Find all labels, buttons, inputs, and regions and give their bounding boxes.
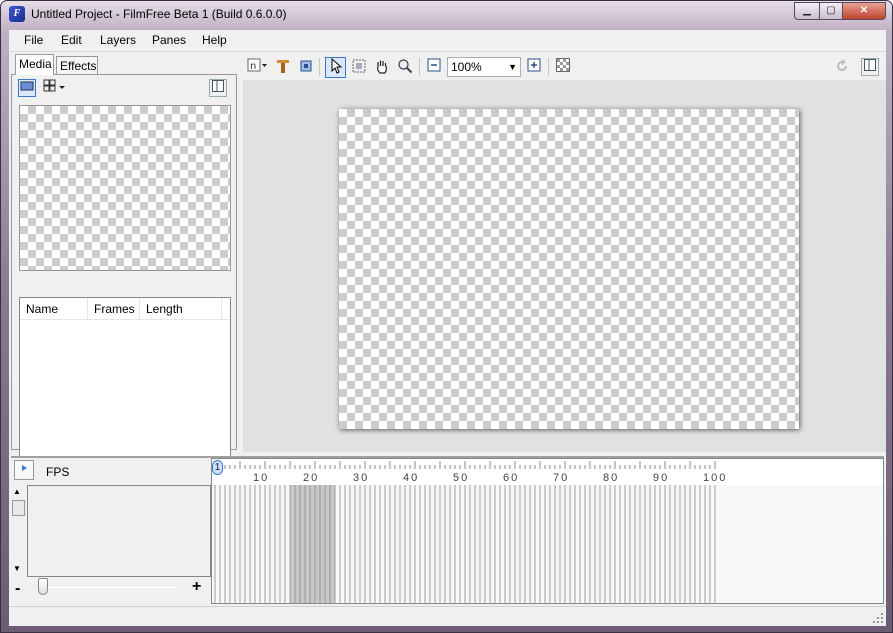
- menu-bar: File Edit Layers Panes Help: [9, 30, 886, 52]
- fps-label: FPS: [46, 465, 70, 479]
- pane-layout-icon[interactable]: [209, 79, 227, 97]
- toolbar-separator: [419, 58, 420, 76]
- timeline-panel: FPS ▲ ▼ - + 10 20 30 40 50 60 70 80 90 100: [11, 456, 884, 604]
- menu-panes[interactable]: Panes: [152, 33, 186, 47]
- status-bar: [9, 606, 886, 626]
- app-window: F Untitled Project - FilmFree Beta 1 (Bu…: [0, 0, 893, 633]
- layer-scrollbar[interactable]: ▲ ▼: [11, 485, 27, 577]
- canvas-pane: n 100% ▼: [243, 54, 886, 452]
- client-area: File Edit Layers Panes Help Media Effect…: [9, 30, 886, 626]
- scroll-up-icon[interactable]: ▲: [13, 487, 21, 496]
- canvas-toolbar: n 100% ▼: [243, 54, 886, 80]
- menu-layers[interactable]: Layers: [100, 33, 136, 47]
- media-preview: [19, 105, 231, 271]
- layer-panel: FPS ▲ ▼ - +: [11, 458, 211, 604]
- zoom-plus-label[interactable]: +: [192, 579, 201, 595]
- timeline-zoom-track: [41, 587, 177, 588]
- menu-edit[interactable]: Edit: [61, 33, 82, 47]
- stage-canvas[interactable]: [339, 109, 799, 429]
- zoom-out-icon[interactable]: [425, 58, 443, 76]
- frame-lines: [214, 461, 716, 603]
- resize-grip-icon[interactable]: [872, 612, 884, 624]
- chevron-down-icon: ▼: [508, 62, 517, 72]
- layer-list[interactable]: [27, 485, 211, 577]
- menu-help[interactable]: Help: [202, 33, 227, 47]
- zoom-value: 100%: [451, 60, 482, 74]
- scroll-down-icon[interactable]: ▼: [13, 564, 21, 573]
- column-length[interactable]: Length: [140, 298, 222, 320]
- menu-file[interactable]: File: [24, 33, 43, 47]
- transparency-grid-icon[interactable]: [554, 58, 572, 76]
- hand-tool-icon[interactable]: [373, 58, 391, 76]
- refresh-icon[interactable]: [833, 58, 851, 76]
- zoom-in-icon[interactable]: [525, 58, 543, 76]
- transform-icon[interactable]: [297, 58, 315, 76]
- app-icon: F: [9, 6, 25, 22]
- toolbar-separator: [548, 58, 549, 76]
- view-mode-icon[interactable]: [18, 79, 36, 97]
- zoom-minus-label[interactable]: -: [15, 581, 20, 597]
- media-pane: Media Effects Name Frames Length: [11, 54, 237, 465]
- grid-view-icon[interactable]: [42, 79, 68, 97]
- media-list-header: Name Frames Length: [20, 298, 230, 320]
- select-tool-icon[interactable]: [325, 57, 346, 78]
- column-frames[interactable]: Frames: [88, 298, 140, 320]
- anchor-icon[interactable]: [274, 58, 292, 76]
- media-list[interactable]: Name Frames Length: [19, 297, 231, 465]
- toolbar-separator: [319, 58, 320, 76]
- title-bar[interactable]: F Untitled Project - FilmFree Beta 1 (Bu…: [1, 1, 892, 29]
- column-name[interactable]: Name: [20, 298, 88, 320]
- minimize-button[interactable]: ▁: [794, 2, 820, 20]
- maximize-button[interactable]: ▢: [819, 2, 843, 20]
- timeline-zoom-slider[interactable]: [38, 578, 48, 595]
- snap-menu-icon[interactable]: n: [247, 58, 269, 76]
- svg-text:n: n: [250, 61, 256, 72]
- close-button[interactable]: ✕: [842, 2, 886, 20]
- tab-effects[interactable]: Effects: [56, 56, 98, 75]
- play-button[interactable]: [14, 460, 34, 480]
- zoom-select[interactable]: 100% ▼: [447, 57, 521, 77]
- crop-tool-icon[interactable]: [350, 58, 368, 76]
- window-title: Untitled Project - FilmFree Beta 1 (Buil…: [31, 7, 287, 21]
- scrollbar-thumb[interactable]: [12, 500, 25, 516]
- media-tab-body: Name Frames Length: [11, 74, 237, 465]
- zoom-tool-icon[interactable]: [396, 58, 414, 76]
- pane-layout-icon[interactable]: [861, 58, 879, 76]
- frame-grid[interactable]: 10 20 30 40 50 60 70 80 90 100 1: [211, 458, 884, 604]
- tab-media[interactable]: Media: [15, 54, 54, 75]
